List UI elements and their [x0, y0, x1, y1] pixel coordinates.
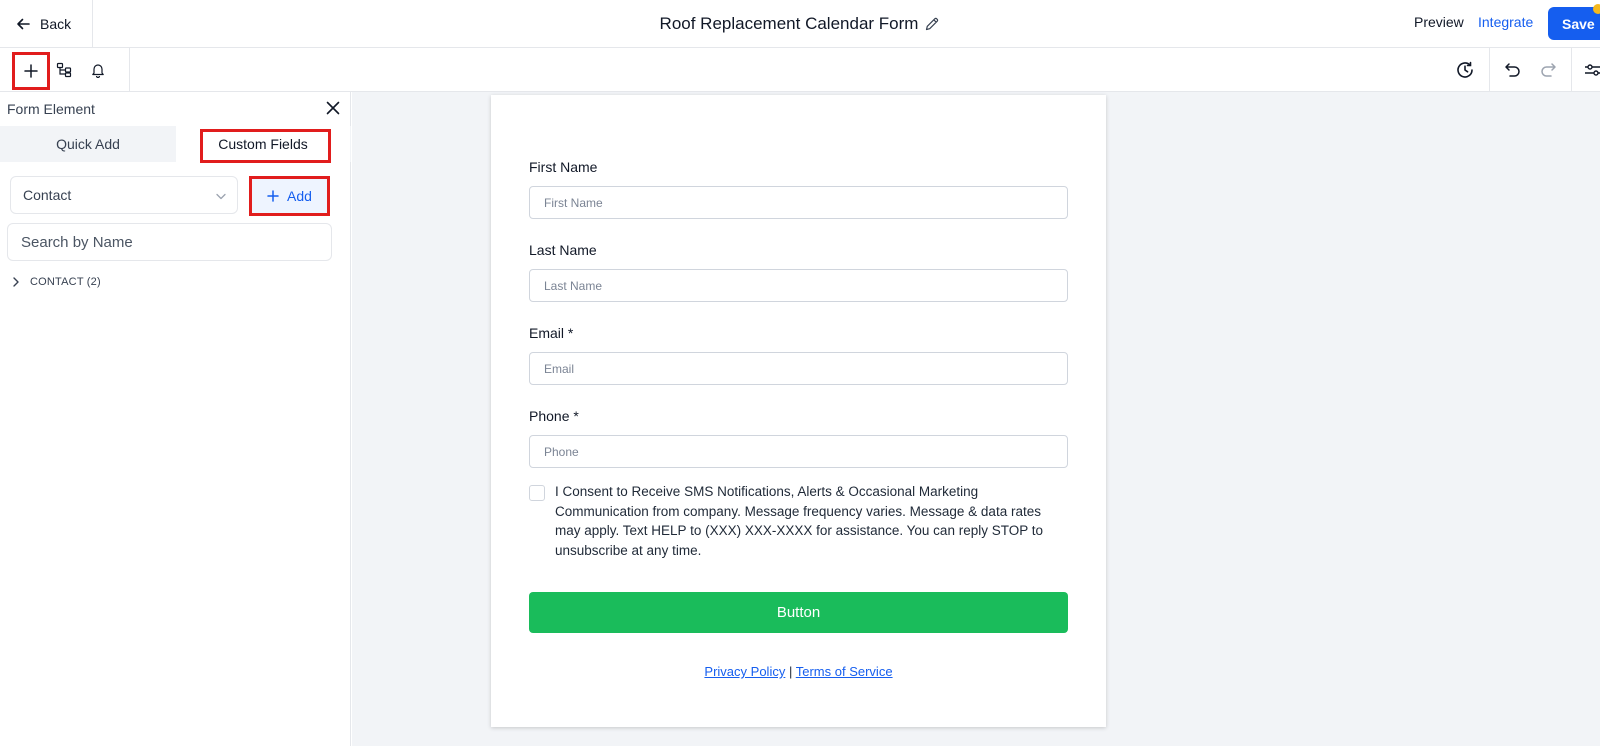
plus-icon — [267, 190, 279, 202]
tab-custom-fields[interactable]: Custom Fields — [176, 126, 350, 162]
notifications-button[interactable] — [82, 54, 114, 86]
consent-text: I Consent to Receive SMS Notifications, … — [555, 482, 1065, 560]
preview-button[interactable]: Preview — [1414, 14, 1464, 30]
last-name-input[interactable] — [529, 269, 1068, 302]
panel-tabs: Quick Add Custom Fields — [0, 126, 351, 162]
tab-quick-add[interactable]: Quick Add — [0, 126, 176, 162]
back-label: Back — [40, 15, 72, 32]
history-icon — [1455, 60, 1475, 80]
redo-button[interactable] — [1532, 54, 1564, 86]
consent-checkbox[interactable] — [529, 485, 545, 501]
terms-of-service-link[interactable]: Terms of Service — [796, 664, 893, 679]
builder-toolbar — [0, 48, 1600, 92]
toolbar-divider — [1571, 48, 1572, 92]
form-title: Roof Replacement Calendar Form — [659, 13, 919, 33]
email-label: Email * — [529, 325, 574, 341]
consent-line: I Consent to Receive SMS Notifications, … — [555, 484, 979, 499]
add-label: Add — [287, 188, 312, 204]
sliders-icon — [1584, 62, 1600, 78]
arrow-left-icon — [16, 17, 30, 31]
close-panel-button[interactable] — [323, 98, 343, 118]
first-name-input[interactable] — [529, 186, 1068, 219]
add-custom-field-button[interactable]: Add — [249, 176, 330, 216]
link-separator: | — [788, 664, 793, 679]
privacy-policy-link[interactable]: Privacy Policy — [704, 664, 785, 679]
phone-input[interactable] — [529, 435, 1068, 468]
object-select[interactable]: Contact — [10, 176, 238, 214]
bell-icon — [90, 62, 106, 78]
contact-group-toggle[interactable]: CONTACT (2) — [10, 276, 101, 288]
search-input[interactable] — [7, 223, 332, 261]
settings-button[interactable] — [1584, 54, 1600, 86]
object-select-value: Contact — [23, 187, 72, 203]
consent-line: unsubscribe at any time. — [555, 542, 702, 558]
form-preview-card: First Name Last Name Email * Phone * I C… — [491, 95, 1106, 727]
first-name-label: First Name — [529, 159, 598, 175]
toolbar-divider — [1489, 48, 1490, 92]
top-bar: Back Roof Replacement Calendar Form Prev… — [0, 0, 1600, 48]
panel-title: Form Element — [7, 101, 95, 117]
history-button[interactable] — [1449, 54, 1481, 86]
back-button[interactable]: Back — [0, 0, 93, 47]
form-element-panel: Form Element Quick Add Custom Fields Con… — [0, 92, 351, 746]
contact-group-label: CONTACT (2) — [30, 276, 101, 288]
undo-icon — [1504, 61, 1522, 79]
add-element-button[interactable] — [12, 52, 50, 90]
consent-line: Communication from company. Message freq… — [555, 503, 1041, 519]
pencil-icon[interactable] — [924, 16, 940, 32]
layers-button[interactable] — [48, 54, 80, 86]
integrate-button[interactable]: Integrate — [1478, 14, 1533, 30]
redo-icon — [1539, 61, 1557, 79]
consent-line: may apply. Text HELP to (XXX) XXX-XXXX f… — [555, 523, 1043, 538]
close-icon — [323, 98, 343, 118]
toolbar-divider — [129, 48, 130, 92]
phone-label: Phone * — [529, 408, 579, 424]
footer-links: Privacy Policy | Terms of Service — [491, 664, 1106, 679]
plus-icon — [24, 64, 38, 78]
chevron-right-icon — [10, 276, 22, 288]
last-name-label: Last Name — [529, 242, 597, 258]
undo-button[interactable] — [1497, 54, 1529, 86]
layers-icon — [56, 62, 72, 78]
save-button[interactable]: Save — [1548, 7, 1600, 40]
submit-button[interactable]: Button — [529, 592, 1068, 633]
unsaved-indicator — [1593, 4, 1600, 14]
email-input[interactable] — [529, 352, 1068, 385]
chevron-down-icon — [215, 190, 227, 202]
